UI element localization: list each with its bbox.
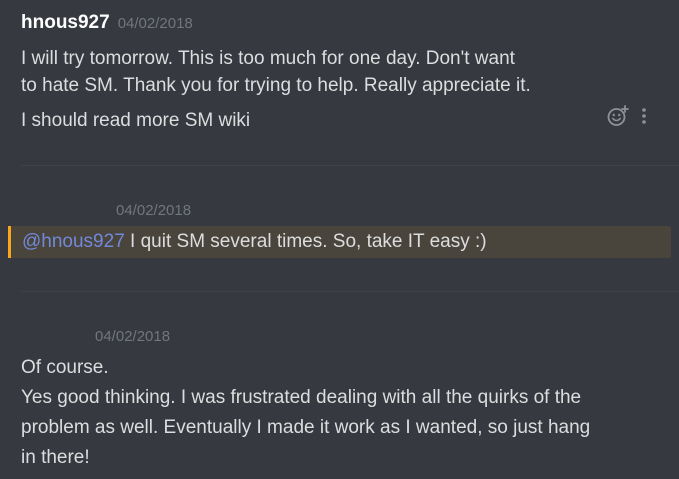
- username[interactable]: hnous927: [21, 12, 110, 34]
- message-text-line: problem as well. Eventually I made it wo…: [21, 417, 591, 438]
- timestamp: 04/02/2018: [117, 15, 193, 32]
- message-text-line: in there!: [21, 447, 90, 468]
- timestamp: 04/02/2018: [116, 202, 192, 219]
- mention-highlight: @hnous927 I quit SM several times. So, t…: [8, 226, 671, 258]
- mention-message-text: I quit SM several times. So, take IT eas…: [124, 231, 487, 252]
- add-reaction-icon[interactable]: [606, 104, 630, 128]
- message-text-line: I should read more SM wiki: [21, 110, 251, 131]
- mention-accent-bar: [8, 226, 11, 258]
- message-header: hnous927 04/02/2018: [21, 12, 193, 38]
- message-group-hnous927: hnous927 04/02/2018 I will try tomorrow.…: [0, 0, 679, 165]
- message-text-line: I will try tomorrow. This is too much fo…: [21, 48, 515, 69]
- message-text-line: Of course.: [21, 357, 109, 378]
- message-divider: [21, 165, 679, 166]
- message-text-line: to hate SM. Thank you for trying to help…: [21, 75, 531, 96]
- timestamp: 04/02/2018: [95, 328, 171, 345]
- message-text-line: @hnous927 I quit SM several times. So, t…: [22, 229, 487, 255]
- user-mention[interactable]: @hnous927: [22, 231, 125, 252]
- message-text-line: Yes good thinking. I was frustrated deal…: [21, 387, 582, 408]
- more-options-icon[interactable]: [640, 106, 648, 126]
- message-hover-actions: [606, 104, 648, 128]
- chat-message-list: hnous927 04/02/2018 I will try tomorrow.…: [0, 0, 679, 479]
- message-divider: [21, 291, 679, 292]
